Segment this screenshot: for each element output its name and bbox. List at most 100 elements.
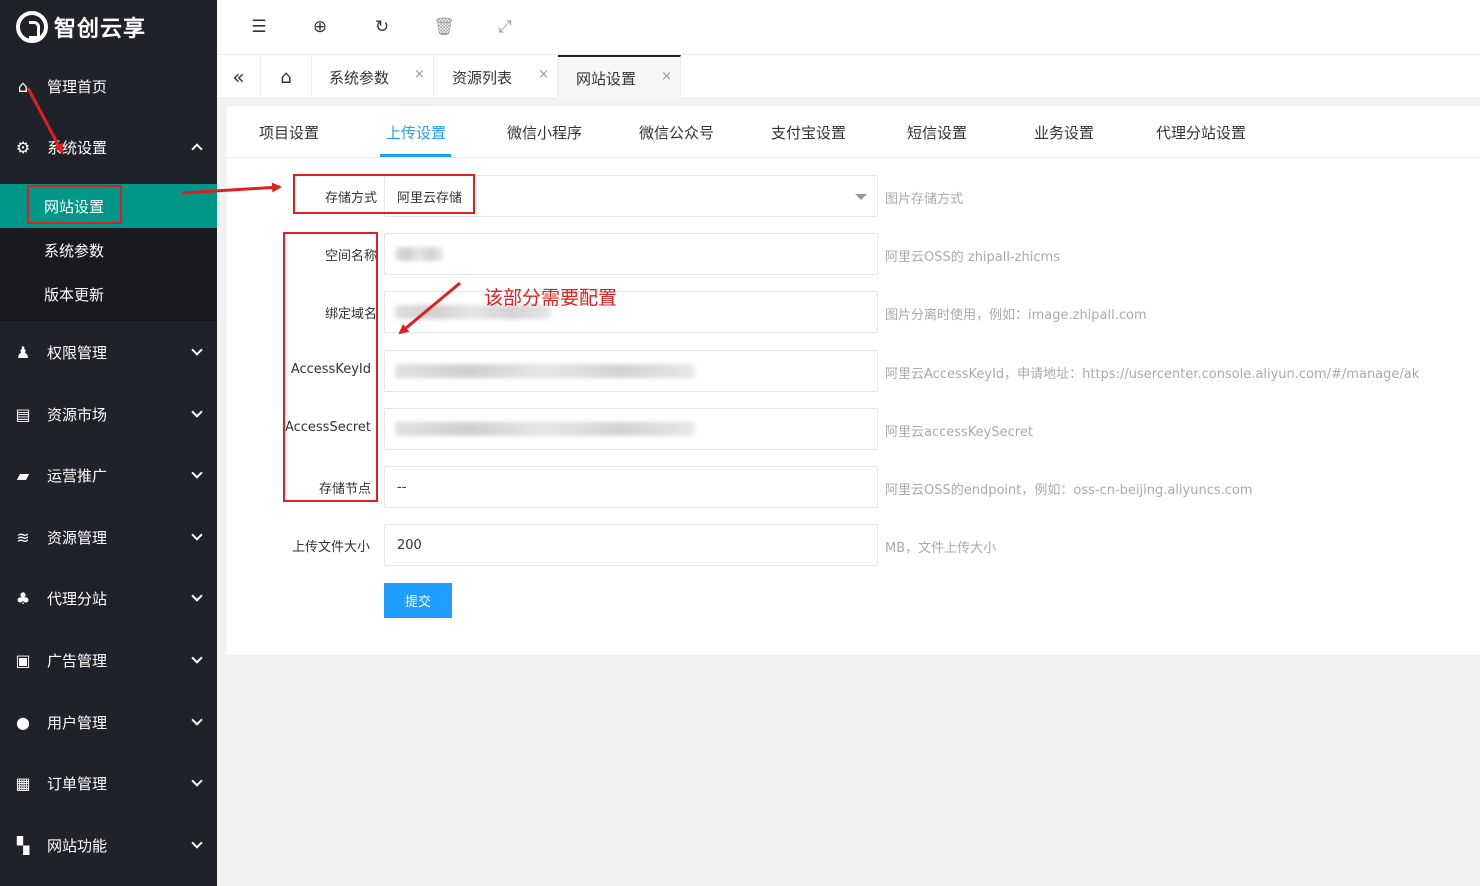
nav-item-resource-market[interactable]: ▤ 资源市场 xyxy=(0,394,217,434)
logo-text: 智创云享 xyxy=(54,17,147,42)
tab-resource-list[interactable]: 资源列表 × xyxy=(434,55,558,99)
chevron-down-icon xyxy=(191,529,203,541)
agent-icon: ♣ xyxy=(15,588,31,608)
bucket-hint: 阿里云OSS的 zhipall-zhicms xyxy=(885,250,1060,265)
logo[interactable]: 智创云享 xyxy=(0,0,217,54)
annotation-box-website-settings xyxy=(27,185,122,224)
chevron-down-icon xyxy=(191,652,203,664)
chevron-up-icon xyxy=(191,143,203,155)
endpoint-input[interactable]: -- xyxy=(384,466,878,508)
layers-icon: ≋ xyxy=(16,527,30,547)
users-key-icon: ♟ xyxy=(15,342,31,362)
nav-label: 资源市场 xyxy=(47,405,108,424)
nav-item-site-features[interactable]: ▚ 网站功能 xyxy=(0,825,217,865)
fullscreen-icon[interactable]: ⤢ xyxy=(494,16,516,38)
nav-label-home: 管理首页 xyxy=(47,77,108,96)
domain-hint: 图片分离时使用，例如：image.zhipall.com xyxy=(885,308,1147,323)
chevron-down-icon xyxy=(191,344,203,356)
sub-item-system-params[interactable]: 系统参数 xyxy=(0,228,217,272)
refresh-icon[interactable]: ↻ xyxy=(371,16,393,38)
tab-system-params[interactable]: 系统参数 × xyxy=(312,55,434,99)
home-icon: ⌂ xyxy=(280,66,292,88)
top-toolbar: ☰ ⊕ ↻ 🗑 ⤢ xyxy=(217,0,1480,55)
key-secret-input[interactable] xyxy=(384,408,878,450)
nav-item-agent-sites[interactable]: ♣ 代理分站 xyxy=(0,578,217,618)
storage-hint: 图片存储方式 xyxy=(885,192,964,207)
settings-tabs: 项目设置 上传设置 微信小程序 微信公众号 支付宝设置 短信设置 业务设置 代理… xyxy=(227,106,1480,158)
grid-icon: ▚ xyxy=(16,835,30,855)
endpoint-value: -- xyxy=(397,479,407,495)
tab-agent-site-settings[interactable]: 代理分站设置 xyxy=(1156,122,1246,143)
nav-label: 代理分站 xyxy=(47,589,108,608)
tab-wechat-official[interactable]: 微信公众号 xyxy=(639,122,714,143)
tab-label: 网站设置 xyxy=(576,69,637,88)
store-icon: ▤ xyxy=(15,404,31,424)
close-icon[interactable]: × xyxy=(538,67,549,82)
nav-item-promotion[interactable]: ▰ 运营推广 xyxy=(0,455,217,495)
nav-item-system[interactable]: ⚙ 系统设置 xyxy=(0,127,217,167)
gear-icon: ⚙ xyxy=(15,137,31,157)
max-size-input[interactable]: 200 xyxy=(384,524,878,566)
home-icon: ⌂ xyxy=(17,76,29,96)
chart-icon: ▰ xyxy=(16,465,30,485)
chevron-down-icon xyxy=(191,714,203,726)
chevron-down-icon xyxy=(191,406,203,418)
nav-label: 广告管理 xyxy=(47,651,108,670)
tab-home[interactable]: ⌂ xyxy=(261,55,312,99)
nav-item-resource-management[interactable]: ≋ 资源管理 xyxy=(0,517,217,557)
sidebar: 智创云享 ⌂ 管理首页 ⚙ 系统设置 网站设置 系统参数 版本更新 ♟ 权限管理… xyxy=(0,0,217,886)
key-id-input[interactable] xyxy=(384,350,878,392)
nav-item-permissions[interactable]: ♟ 权限管理 xyxy=(0,332,217,372)
sub-item-version-update[interactable]: 版本更新 xyxy=(0,272,217,316)
domain-input[interactable] xyxy=(384,291,878,333)
tab-business-settings[interactable]: 业务设置 xyxy=(1034,122,1094,143)
nav-item-orders[interactable]: ▦ 订单管理 xyxy=(0,763,217,803)
tab-upload-settings[interactable]: 上传设置 xyxy=(386,122,446,143)
tab-alipay-settings[interactable]: 支付宝设置 xyxy=(771,122,846,143)
annotation-box-storage xyxy=(293,174,475,214)
chevron-down-icon xyxy=(191,775,203,787)
clipboard-icon: ▦ xyxy=(15,773,31,793)
tab-label: 资源列表 xyxy=(452,68,513,87)
max-size-hint: MB，文件上传大小 xyxy=(885,541,997,556)
active-tab-indicator xyxy=(380,154,451,157)
close-icon[interactable]: × xyxy=(414,67,425,82)
nav-item-home[interactable]: ⌂ 管理首页 xyxy=(0,66,217,106)
key-secret-hint: 阿里云accessKeySecret xyxy=(885,425,1033,440)
chevron-down-icon xyxy=(191,837,203,849)
nav-label: 权限管理 xyxy=(47,343,108,362)
redacted-value xyxy=(395,422,695,436)
tabs-prev-button[interactable]: « xyxy=(217,55,261,99)
page-tabs-bar: « ⌂ 系统参数 × 资源列表 × 网站设置 × xyxy=(217,55,1480,99)
tab-website-settings[interactable]: 网站设置 × xyxy=(558,55,681,99)
globe-icon[interactable]: ⊕ xyxy=(309,16,331,38)
double-chevron-left-icon: « xyxy=(232,65,245,89)
trash-icon[interactable]: 🗑 xyxy=(433,16,455,38)
nav-label: 运营推广 xyxy=(47,466,108,485)
max-size-label: 上传文件大小 xyxy=(291,540,370,555)
redacted-value xyxy=(395,247,443,261)
nav-item-users[interactable]: ● 用户管理 xyxy=(0,702,217,742)
key-id-hint: 阿里云AccessKeyId，申请地址：https://usercenter.c… xyxy=(885,367,1420,382)
nav-label: 网站功能 xyxy=(47,836,108,855)
close-icon[interactable]: × xyxy=(661,69,672,84)
nav-item-ads[interactable]: ▣ 广告管理 xyxy=(0,640,217,680)
chevron-down-icon xyxy=(191,467,203,479)
tab-wechat-miniprogram[interactable]: 微信小程序 xyxy=(507,122,582,143)
caret-down-icon xyxy=(855,194,867,200)
bucket-input[interactable] xyxy=(384,233,878,275)
annotation-box-credentials xyxy=(283,232,378,502)
user-icon: ● xyxy=(16,712,30,732)
tab-sms-settings[interactable]: 短信设置 xyxy=(907,122,967,143)
nav-label: 订单管理 xyxy=(47,774,108,793)
redacted-value xyxy=(395,364,695,378)
sub-item-label: 版本更新 xyxy=(44,285,105,304)
tab-project-settings[interactable]: 项目设置 xyxy=(259,122,319,143)
nav-label-system: 系统设置 xyxy=(47,138,108,157)
nav-label: 用户管理 xyxy=(47,713,108,732)
menu-collapse-icon[interactable]: ☰ xyxy=(248,16,270,38)
submit-button[interactable]: 提交 xyxy=(384,583,452,618)
ad-icon: ▣ xyxy=(15,650,31,670)
annotation-note: 该部分需要配置 xyxy=(484,287,618,309)
sub-item-label: 系统参数 xyxy=(44,241,105,260)
